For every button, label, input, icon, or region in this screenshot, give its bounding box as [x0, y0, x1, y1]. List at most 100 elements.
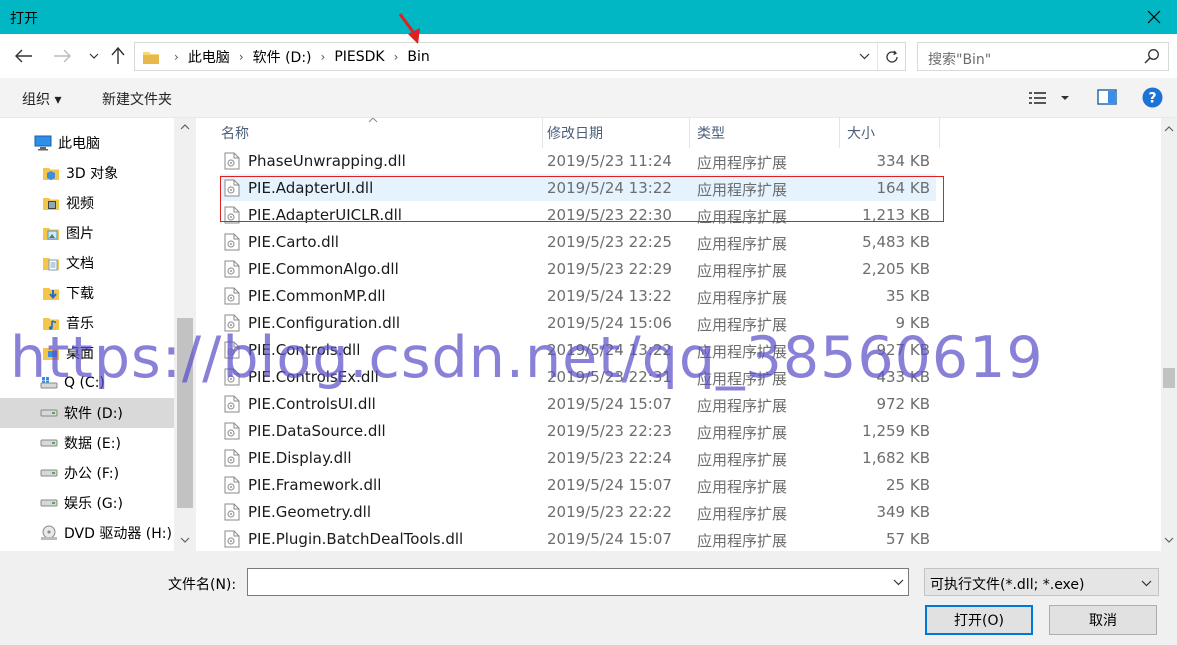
file-type: 应用程序扩展 — [697, 451, 788, 469]
navigation-pane: 此电脑 3D 对象 视频 图片 文档 下载 音乐 桌面 Q (C:) 软件 (D… — [0, 118, 196, 551]
sidebar-item-this-pc[interactable]: 此电脑 — [0, 128, 174, 158]
help-button[interactable]: ? — [1142, 87, 1163, 112]
computer-icon — [34, 134, 52, 152]
address-bar[interactable]: › 此电脑 › 软件 (D:) › PIESDK › Bin — [134, 42, 906, 71]
file-row[interactable]: PhaseUnwrapping.dll 2019/5/23 11:24 应用程序扩展… — [220, 147, 936, 174]
breadcrumb-item[interactable]: PIESDK — [334, 49, 384, 65]
sidebar-item-drive-d[interactable]: 软件 (D:) — [0, 398, 174, 428]
sidebar-item-documents[interactable]: 文档 — [0, 248, 174, 278]
file-name: PIE.Carto.dll — [248, 233, 339, 251]
file-row[interactable]: PIE.Geometry.dll 2019/5/23 22:22 应用程序扩展 349… — [220, 498, 936, 525]
file-type: 应用程序扩展 — [697, 289, 788, 307]
column-header-name[interactable]: 名称 — [213, 118, 543, 148]
address-dropdown-button[interactable] — [855, 43, 873, 70]
arrow-up-icon — [111, 47, 125, 64]
filetype-select[interactable]: 可执行文件(*.dll; *.exe) — [924, 568, 1159, 596]
file-size: 334 KB — [876, 152, 930, 170]
dll-file-icon — [224, 341, 240, 363]
open-button[interactable]: 打开(O) — [925, 605, 1033, 635]
breadcrumb-item[interactable]: 软件 (D:) — [253, 47, 312, 67]
sidebar-item-label: Q (C:) — [64, 375, 105, 391]
navigation-pane-scrollbar[interactable] — [174, 118, 196, 551]
breadcrumb-separator: › — [174, 49, 179, 64]
breadcrumb-item[interactable]: 此电脑 — [188, 47, 230, 67]
column-header-date[interactable]: 修改日期 — [539, 118, 690, 148]
preview-pane-button[interactable] — [1097, 89, 1117, 109]
column-header-size[interactable]: 大小 — [839, 118, 940, 148]
file-size: 433 KB — [876, 368, 930, 386]
sidebar-item-label: 图片 — [66, 226, 94, 242]
sidebar-item-desktop[interactable]: 桌面 — [0, 338, 174, 368]
sidebar-item-downloads[interactable]: 下载 — [0, 278, 174, 308]
file-row[interactable]: PIE.Framework.dll 2019/5/24 15:07 应用程序扩展 25… — [220, 471, 936, 498]
title-bar: 打开 — [0, 0, 1177, 34]
sidebar-item-drive-f[interactable]: 办公 (F:) — [0, 458, 174, 488]
new-folder-button[interactable]: 新建文件夹 — [102, 89, 172, 109]
windows-drive-icon — [40, 374, 58, 392]
search-placeholder: 搜索"Bin" — [928, 52, 992, 68]
recent-locations-button[interactable] — [82, 44, 106, 68]
scrollbar-thumb[interactable] — [1163, 368, 1175, 388]
view-options-button[interactable] — [1029, 90, 1073, 110]
dll-file-icon — [224, 233, 240, 255]
sidebar-item-drive-g[interactable]: 娱乐 (G:) — [0, 488, 174, 518]
dll-file-icon — [224, 476, 240, 498]
file-name: PIE.AdapterUICLR.dll — [248, 206, 402, 224]
file-row[interactable]: PIE.AdapterUI.dll 2019/5/24 13:22 应用程序扩展 16… — [220, 174, 936, 201]
refresh-button[interactable] — [877, 43, 905, 70]
file-type: 应用程序扩展 — [697, 181, 788, 199]
dll-file-icon — [224, 179, 240, 201]
file-row[interactable]: PIE.Plugin.BatchDealTools.dll 2019/5/24 1… — [220, 525, 936, 551]
column-header-type[interactable]: 类型 — [689, 118, 840, 148]
column-header-label: 修改日期 — [547, 126, 603, 142]
sidebar-item-3d-objects[interactable]: 3D 对象 — [0, 158, 174, 188]
file-name: PIE.Plugin.BatchDealTools.dll — [248, 530, 464, 548]
chevron-down-icon — [893, 579, 904, 586]
file-date: 2019/5/23 22:23 — [547, 422, 672, 440]
file-list-scrollbar[interactable] — [1161, 118, 1177, 551]
file-size: 1,259 KB — [862, 422, 930, 440]
sidebar-item-music[interactable]: 音乐 — [0, 308, 174, 338]
drive-icon — [40, 494, 58, 512]
file-size: 927 KB — [876, 341, 930, 359]
breadcrumb-item[interactable]: Bin — [407, 49, 429, 65]
sidebar-item-pictures[interactable]: 图片 — [0, 218, 174, 248]
sidebar-item-label: 办公 (F:) — [64, 466, 120, 482]
file-row[interactable]: PIE.CommonMP.dll 2019/5/24 13:22 应用程序扩展 35 … — [220, 282, 936, 309]
dll-file-icon — [224, 449, 240, 471]
sidebar-item-videos[interactable]: 视频 — [0, 188, 174, 218]
file-row[interactable]: PIE.Controls.dll 2019/5/24 13:22 应用程序扩展 927… — [220, 336, 936, 363]
file-row[interactable]: PIE.CommonAlgo.dll 2019/5/23 22:29 应用程序扩展 2… — [220, 255, 936, 282]
filename-input[interactable] — [247, 568, 909, 596]
sidebar-item-dvd-drive[interactable]: DVD 驱动器 (H:) — [0, 518, 174, 548]
refresh-icon — [885, 50, 898, 63]
search-input[interactable]: 搜索"Bin" — [917, 42, 1169, 71]
file-type: 应用程序扩展 — [697, 154, 788, 172]
breadcrumb-separator: › — [320, 49, 326, 64]
sidebar-item-drive-e[interactable]: 数据 (E:) — [0, 428, 174, 458]
documents-folder-icon — [42, 254, 60, 272]
dll-file-icon — [224, 503, 240, 525]
up-button[interactable] — [106, 44, 130, 68]
organize-menu-button[interactable]: 组织 ▾ — [22, 89, 61, 109]
file-row[interactable]: PIE.ControlsUI.dll 2019/5/24 15:07 应用程序扩展 9… — [220, 390, 936, 417]
file-row[interactable]: PIE.Display.dll 2019/5/23 22:24 应用程序扩展 1,68… — [220, 444, 936, 471]
drive-icon — [40, 434, 58, 452]
scrollbar-thumb[interactable] — [177, 318, 193, 508]
file-row[interactable]: PIE.ControlsEx.dll 2019/5/23 22:31 应用程序扩展 4… — [220, 363, 936, 390]
dll-file-icon — [224, 260, 240, 282]
file-size: 2,205 KB — [862, 260, 930, 278]
sidebar-item-drive-c[interactable]: Q (C:) — [0, 368, 174, 398]
cancel-button[interactable]: 取消 — [1049, 605, 1157, 635]
back-button[interactable] — [12, 44, 36, 68]
filetype-value: 可执行文件(*.dll; *.exe) — [930, 577, 1085, 593]
close-button[interactable] — [1131, 0, 1177, 34]
file-name: PIE.CommonMP.dll — [248, 287, 386, 305]
file-name: PIE.Display.dll — [248, 449, 352, 467]
file-row[interactable]: PIE.DataSource.dll 2019/5/23 22:23 应用程序扩展 1… — [220, 417, 936, 444]
file-row[interactable]: PIE.AdapterUICLR.dll 2019/5/23 22:30 应用程序扩… — [220, 201, 936, 228]
file-row[interactable]: PIE.Carto.dll 2019/5/23 22:25 应用程序扩展 5,483 … — [220, 228, 936, 255]
file-row[interactable]: PIE.Configuration.dll 2019/5/24 15:06 应用程序… — [220, 309, 936, 336]
chevron-down-icon — [89, 53, 99, 59]
forward-button[interactable] — [50, 44, 74, 68]
